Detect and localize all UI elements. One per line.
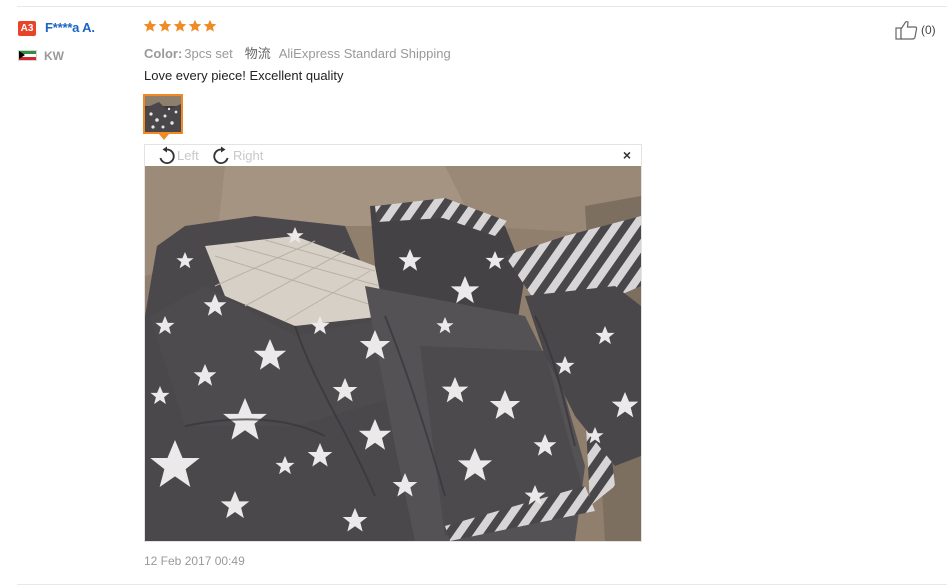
top-divider [17, 6, 947, 7]
star-rating [143, 19, 217, 35]
star-icon [158, 19, 172, 32]
review-photo-thumbnail[interactable] [143, 94, 183, 134]
thumbs-up-icon [895, 21, 918, 40]
rotate-right-icon [213, 146, 229, 164]
order-info: Color: 3pcs set 物流 AliExpress Standard Ship… [144, 43, 451, 62]
bottom-divider [17, 584, 947, 585]
star-icon [203, 19, 217, 32]
shipping-value: AliExpress Standard Shipping [278, 46, 451, 61]
star-icon [143, 19, 157, 32]
kuwait-flag-icon [18, 50, 37, 61]
helpful-button[interactable]: (0) [895, 20, 936, 40]
rotate-left-icon [159, 146, 175, 164]
color-value: 3pcs set [184, 46, 233, 61]
thumbnail-pointer [159, 134, 169, 140]
close-viewer-button[interactable]: × [623, 148, 631, 162]
rotate-right-label: Right [233, 148, 264, 163]
reviewer-country: KW [44, 49, 64, 63]
review-text: Love every piece! Excellent quality [144, 68, 344, 83]
star-icon [188, 19, 202, 32]
star-icon [173, 19, 187, 32]
buyer-level-badge: A3 [18, 21, 36, 36]
helpful-count: (0) [921, 23, 936, 37]
review-photo [145, 166, 641, 541]
viewer-toolbar: Left Right × [145, 145, 641, 166]
shipping-label: 物流 [244, 46, 271, 61]
color-label: Color: [144, 46, 183, 61]
rotate-left-button[interactable]: Left [155, 145, 199, 166]
review-date: 12 Feb 2017 00:49 [144, 554, 245, 568]
reviewer-name: F****a A. [45, 20, 95, 35]
rotate-right-button[interactable]: Right [211, 145, 263, 166]
photo-viewer: Left Right × [144, 144, 642, 542]
rotate-left-label: Left [177, 148, 199, 163]
